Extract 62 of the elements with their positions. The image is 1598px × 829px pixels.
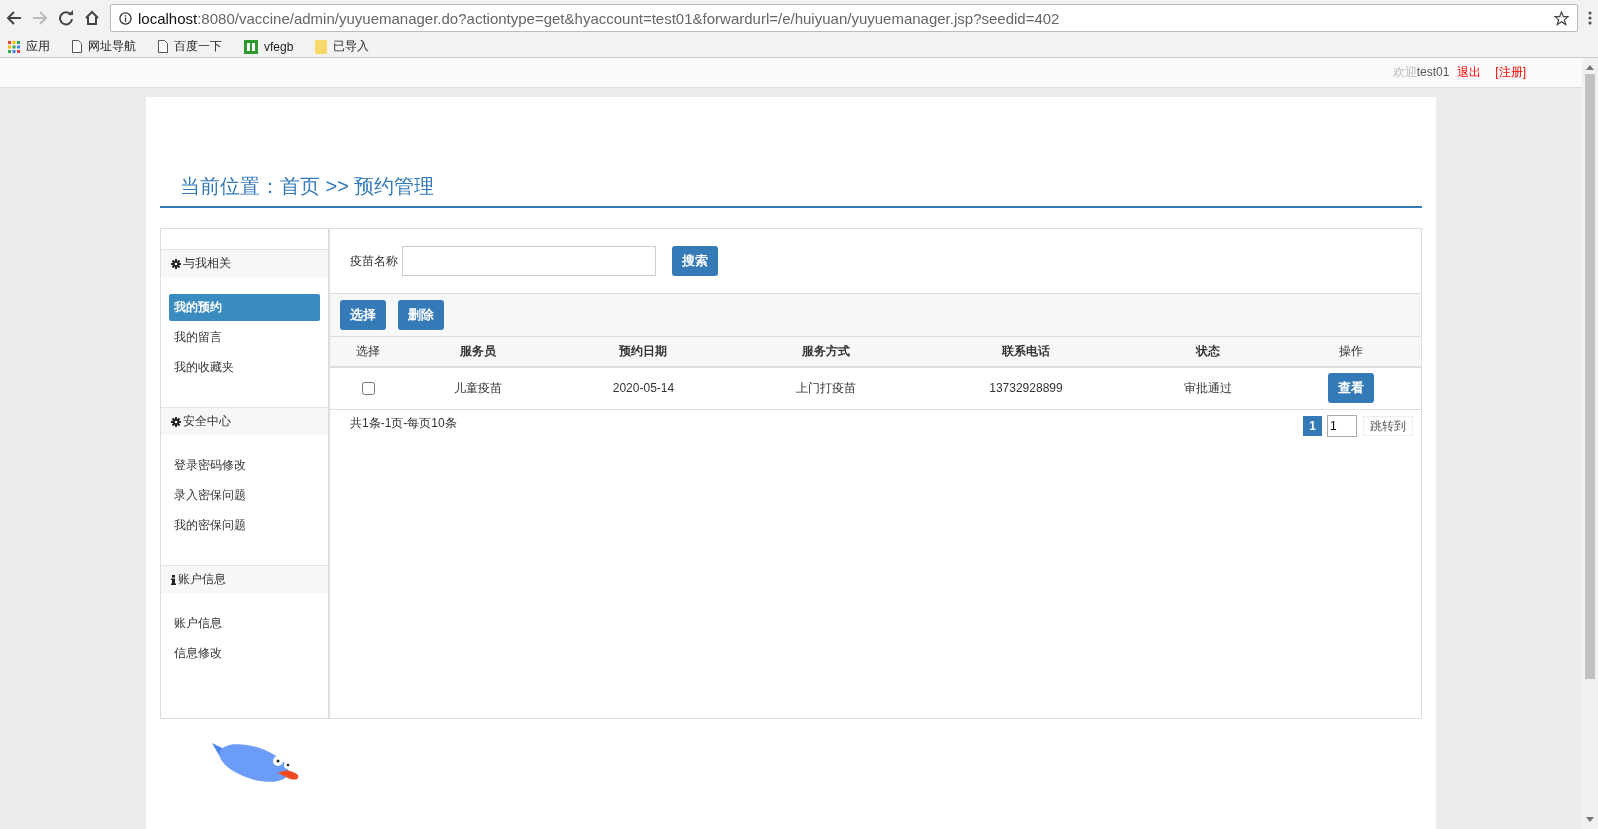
sidebar-item[interactable]: 账户信息 xyxy=(169,610,320,637)
breadcrumb: 当前位置：首页 >> 预约管理 xyxy=(160,173,1422,208)
apps-grid-icon xyxy=(8,40,20,53)
section-title: 账户信息 xyxy=(178,571,226,588)
back-arrow-icon[interactable] xyxy=(6,10,22,26)
sidebar-item[interactable]: 登录密码修改 xyxy=(169,452,320,479)
table-cell: 儿童疫苗 xyxy=(405,367,552,409)
menu-icon[interactable] xyxy=(1588,11,1592,25)
section-title: 安全中心 xyxy=(183,413,231,430)
register-link[interactable]: [注册] xyxy=(1495,64,1526,81)
sidebar-item[interactable]: 我的收藏夹 xyxy=(169,354,320,381)
bookmark-link[interactable]: vfegb xyxy=(264,39,294,54)
row-checkbox[interactable] xyxy=(361,381,375,395)
page-input[interactable]: 1 xyxy=(1327,414,1357,437)
grid-logo-icon xyxy=(244,39,258,54)
info-icon xyxy=(171,574,176,585)
search-field[interactable] xyxy=(402,246,656,276)
info-circle-icon xyxy=(119,11,132,25)
toolbar-button[interactable]: 选择 xyxy=(340,300,386,330)
bookmark-link[interactable]: 应用 xyxy=(26,38,50,55)
bookmark-link[interactable]: 百度一下 xyxy=(174,38,222,55)
bookmark-link[interactable]: 已导入 xyxy=(333,38,370,55)
folder-icon xyxy=(315,39,328,54)
table-cell: 2020-05-14 xyxy=(551,367,736,409)
jump-button[interactable]: 跳转到 xyxy=(1363,415,1413,436)
table-cell: 13732928899 xyxy=(916,367,1136,409)
search-label: 疫苗名称 xyxy=(350,252,398,270)
pagination-summary: 共1条-1页-每页10条 xyxy=(350,414,457,432)
page-number[interactable]: 1 xyxy=(1303,415,1322,436)
star-icon[interactable] xyxy=(1554,10,1569,26)
toolbar-button[interactable]: 删除 xyxy=(398,300,444,330)
logout-link[interactable]: 退出 xyxy=(1457,64,1482,81)
sidebar-item[interactable]: 我的留言 xyxy=(169,324,320,351)
sidebar-item[interactable]: 我的预约 xyxy=(169,294,320,321)
column-header: 状态 xyxy=(1135,337,1282,367)
column-header: 选择 xyxy=(330,337,406,367)
table-cell: 审批通过 xyxy=(1135,367,1282,409)
scroll-up-icon[interactable] xyxy=(1586,64,1594,70)
column-header: 预约日期 xyxy=(551,337,736,367)
page-icon xyxy=(158,40,168,53)
page-icon xyxy=(72,40,82,53)
search-button[interactable]: 搜索 xyxy=(672,246,718,276)
column-header: 联系电话 xyxy=(916,337,1136,367)
gear-icon xyxy=(171,258,181,269)
bookmark-link[interactable]: 网址导航 xyxy=(88,38,136,55)
sidebar-item[interactable]: 信息修改 xyxy=(169,640,320,667)
view-button[interactable]: 查看 xyxy=(1328,373,1375,404)
column-header: 服务方式 xyxy=(735,337,917,367)
column-header: 操作 xyxy=(1281,337,1421,367)
address-bar[interactable]: localhost:8080/vaccine/admin/yuyuemanager.do?actiontype=get&hyaccount=test01&forwardurl=/e/huiyuan/yuyuemanager.jsp?seedid=402 xyxy=(110,4,1578,32)
sidebar-item[interactable]: 录入密保问题 xyxy=(169,482,320,509)
table-cell: 上门打疫苗 xyxy=(735,367,917,409)
section-title: 与我相关 xyxy=(183,255,231,272)
scrollbar-thumb[interactable] xyxy=(1585,74,1595,679)
column-header: 服务员 xyxy=(405,337,552,367)
reload-icon[interactable] xyxy=(58,10,74,26)
scroll-down-icon[interactable] xyxy=(1586,817,1594,823)
home-icon[interactable] xyxy=(84,10,100,26)
welcome-text: 欢迎test01 xyxy=(1392,64,1450,81)
gear-icon xyxy=(171,416,181,427)
sidebar-item[interactable]: 我的密保问题 xyxy=(169,512,320,539)
url-text: localhost:8080/vaccine/admin/yuyuemanager.do?actiontype=get&hyaccount=test01&forwardurl=/e/huiyuan/yuyuemanager.jsp?seedid=402 xyxy=(138,9,1060,27)
